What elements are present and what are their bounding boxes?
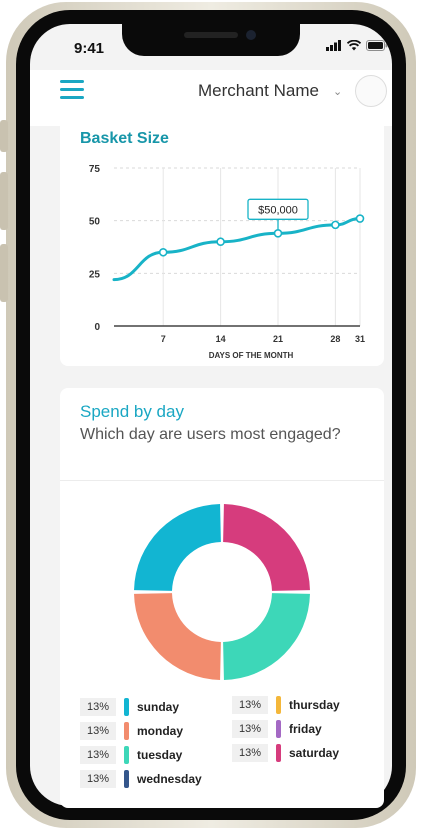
donut-slice-monday (134, 593, 221, 680)
y-tick-label: 75 (89, 164, 101, 175)
y-tick-label: 0 (94, 322, 100, 333)
series-line (112, 217, 362, 282)
legend-item-tuesday: 13% tuesday (80, 746, 182, 764)
status-icons (326, 40, 388, 51)
spend-by-day-card: Spend by day Which day are users most en… (60, 388, 384, 808)
menu-icon[interactable] (60, 80, 84, 100)
legend-label: tuesday (137, 748, 183, 762)
basket-size-card: Basket Size 0 25 50 75 7 14 21 28 31 DAYS OF THE … (60, 110, 384, 366)
legend-percent: 13% (232, 696, 268, 714)
status-time: 9:41 (74, 40, 105, 57)
legend-percent: 13% (232, 744, 268, 762)
basket-size-chart: 0 25 50 75 7 14 21 28 31 DAYS OF THE MONTH $50,000 (89, 164, 365, 360)
legend-label: sunday (137, 700, 180, 714)
chevron-down-icon[interactable]: ⌄ (333, 85, 342, 98)
legend-item-thursday: 13% thursday (232, 696, 340, 714)
data-point (355, 214, 365, 223)
legend-swatch (124, 722, 129, 740)
donut-slice-sunday (134, 504, 221, 591)
front-camera (246, 30, 256, 40)
x-tick-label: 21 (273, 334, 283, 344)
legend-percent: 13% (80, 770, 116, 788)
merchant-name[interactable]: Merchant Name (198, 81, 319, 101)
mute-switch (0, 120, 8, 152)
donut-slice-tuesday (223, 593, 310, 680)
legend-item-monday: 13% monday (80, 722, 183, 740)
legend-item-friday: 13% friday (232, 720, 322, 738)
legend-label: monday (137, 724, 184, 738)
legend-percent: 13% (80, 746, 116, 764)
legend-swatch (124, 746, 129, 764)
donut-slice-saturday (223, 504, 310, 591)
signal-icon (326, 40, 341, 51)
legend-item-saturday: 13% saturday (232, 744, 339, 762)
data-point (216, 237, 225, 247)
notch (122, 24, 300, 56)
legend-percent: 13% (80, 722, 116, 740)
legend-percent: 13% (232, 720, 268, 738)
y-tick-label: 50 (89, 217, 101, 228)
legend-label: thursday (289, 698, 340, 712)
legend-label: friday (289, 722, 322, 736)
avatar[interactable] (355, 75, 387, 107)
legend-item-wednesday: 13% wednesday (80, 770, 202, 788)
x-tick-label: 14 (216, 334, 226, 344)
legend-item-sunday: 13% sunday (80, 698, 179, 716)
x-tick-label: 7 (161, 334, 166, 344)
wifi-icon (347, 40, 361, 51)
x-tick-label: 31 (355, 334, 365, 344)
legend-label: wednesday (137, 772, 202, 786)
legend-swatch (276, 720, 281, 738)
y-tick-label: 25 (89, 269, 101, 280)
legend-swatch (276, 744, 281, 762)
legend-swatch (124, 698, 129, 716)
speaker-grille (184, 32, 238, 38)
data-point (158, 247, 168, 257)
legend-label: saturday (289, 746, 340, 760)
volume-up-button (0, 172, 8, 230)
legend-swatch (124, 770, 129, 788)
volume-down-button (0, 244, 8, 302)
legend-percent: 13% (80, 698, 116, 716)
data-point (331, 220, 340, 230)
data-point (273, 229, 283, 238)
battery-icon (366, 40, 388, 51)
tooltip-label: $50,000 (258, 204, 298, 216)
x-axis-label: DAYS OF THE MONTH (209, 351, 294, 360)
x-tick-label: 28 (330, 334, 340, 344)
legend-swatch (276, 696, 281, 714)
